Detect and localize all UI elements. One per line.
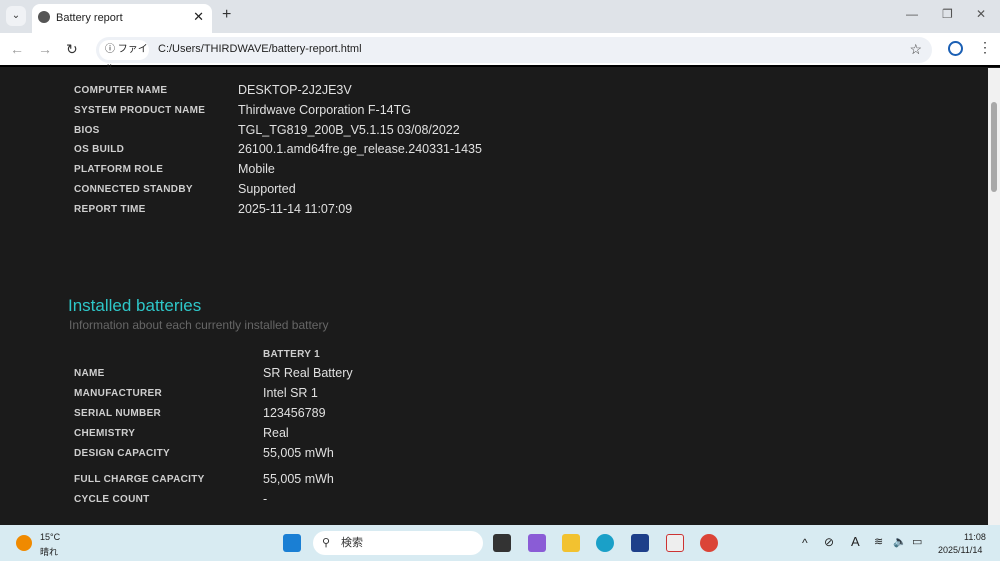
site-info-chip[interactable]: ⓘ ファイル <box>99 40 149 75</box>
field-label: BIOS <box>74 124 100 136</box>
field-value: - <box>263 492 268 506</box>
scrollbar-thumb[interactable] <box>991 102 997 192</box>
snipping-tool-icon[interactable] <box>666 534 684 552</box>
menu-icon[interactable]: ⋮ <box>978 39 992 56</box>
close-tab-icon[interactable]: ✕ <box>193 9 204 25</box>
bookmark-star-icon[interactable]: ☆ <box>909 41 922 58</box>
taskbar-search[interactable]: ⚲ 検索 <box>313 531 483 555</box>
m365-icon[interactable] <box>528 534 546 552</box>
field-value: Real <box>263 426 289 440</box>
start-icon[interactable] <box>283 534 301 552</box>
tab-battery-report[interactable]: Battery report ✕ <box>32 4 212 33</box>
field-label: FULL CHARGE CAPACITY <box>74 474 205 485</box>
file-explorer-icon[interactable] <box>562 534 580 552</box>
field-label: CHEMISTRY <box>74 428 136 439</box>
report-page: Installed batteries Information about ea… <box>0 68 988 525</box>
field-label: PLATFORM ROLE <box>74 164 164 176</box>
field-label: NAME <box>74 368 105 379</box>
weather-icon[interactable] <box>16 535 32 551</box>
tray-chevron-icon[interactable]: ^ <box>802 536 808 550</box>
field-value: 123456789 <box>263 406 326 420</box>
field-value: Mobile <box>238 162 275 177</box>
field-value: DESKTOP-2J2JE3V <box>238 83 352 97</box>
field-label: SERIAL NUMBER <box>74 408 162 419</box>
taskbar: 15°C 晴れ ⚲ 検索 ^ ⊘ A ≋ 🔈 ▭ 11:08 2025/11/14 <box>0 525 1000 561</box>
search-placeholder: 検索 <box>341 537 363 549</box>
field-label: CONNECTED STANDBY <box>74 184 193 195</box>
field-value: Thirdwave Corporation F-14TG <box>238 102 411 117</box>
restore-button[interactable]: ❐ <box>942 7 953 21</box>
chrome-icon[interactable] <box>700 534 718 552</box>
task-view-icon[interactable] <box>493 534 511 552</box>
forward-button[interactable]: → <box>38 41 52 57</box>
close-window-button[interactable]: ✕ <box>976 7 986 21</box>
field-label: SYSTEM PRODUCT NAME <box>74 104 206 116</box>
network-off-icon[interactable]: ⊘ <box>824 535 834 549</box>
globe-icon <box>38 11 50 23</box>
tab-title: Battery report <box>56 12 123 24</box>
installed-batteries-subtitle: Information about each currently install… <box>69 318 329 332</box>
battery-column-header: BATTERY 1 <box>263 349 320 360</box>
edge-icon[interactable] <box>596 534 614 552</box>
ime-icon[interactable]: A <box>851 534 860 549</box>
url-text[interactable]: C:/Users/THIRDWAVE/battery-report.html <box>158 43 362 55</box>
field-value: 55,005 mWh <box>263 446 334 460</box>
battery-icon[interactable]: ▭ <box>912 535 922 548</box>
field-value: 2025-11-14 11:07:09 <box>238 201 353 216</box>
field-value: 55,005 mWh <box>263 472 334 486</box>
field-label: DESIGN CAPACITY <box>74 448 170 459</box>
field-label: OS BUILD <box>74 144 125 156</box>
field-label: MANUFACTURER <box>74 388 163 399</box>
tab-search-button[interactable]: ⌄ <box>6 6 26 26</box>
field-label: REPORT TIME <box>74 203 146 215</box>
field-value: 26100.1.amd64fre.ge_release.240331-1435 <box>238 142 482 157</box>
address-bar[interactable]: ⓘ ファイル C:/Users/THIRDWAVE/battery-report… <box>96 37 932 75</box>
back-button[interactable]: ← <box>10 41 24 57</box>
search-icon: ⚲ <box>322 537 331 549</box>
field-value: TGL_TG819_200B_V5.1.15 03/08/2022 <box>238 122 460 137</box>
field-value: Intel SR 1 <box>263 386 318 400</box>
clock-time[interactable]: 11:08 <box>964 532 986 542</box>
tab-bar: ⌄ Battery report ✕ + — ❐ ✕ <box>0 0 1000 33</box>
wifi-icon[interactable]: ≋ <box>874 535 883 548</box>
installed-batteries-heading: Installed batteries <box>68 296 202 315</box>
profile-icon[interactable] <box>948 41 963 56</box>
weather-text: 晴れ <box>40 547 59 557</box>
toolbar: ← → ↻ ⓘ ファイル C:/Users/THIRDWAVE/battery-… <box>0 33 1000 75</box>
reload-button[interactable]: ↻ <box>66 41 78 58</box>
store-icon[interactable] <box>631 534 649 552</box>
field-label: COMPUTER NAME <box>74 85 168 96</box>
new-tab-button[interactable]: + <box>222 6 231 24</box>
field-value: SR Real Battery <box>263 366 353 380</box>
clock-date[interactable]: 2025/11/14 <box>938 545 982 555</box>
minimize-button[interactable]: — <box>906 7 918 21</box>
field-label: CYCLE COUNT <box>74 494 150 505</box>
temperature: 15°C <box>40 532 61 542</box>
scrollbar[interactable] <box>988 68 1000 525</box>
field-value: Supported <box>238 182 296 196</box>
volume-icon[interactable]: 🔈 <box>893 535 907 548</box>
